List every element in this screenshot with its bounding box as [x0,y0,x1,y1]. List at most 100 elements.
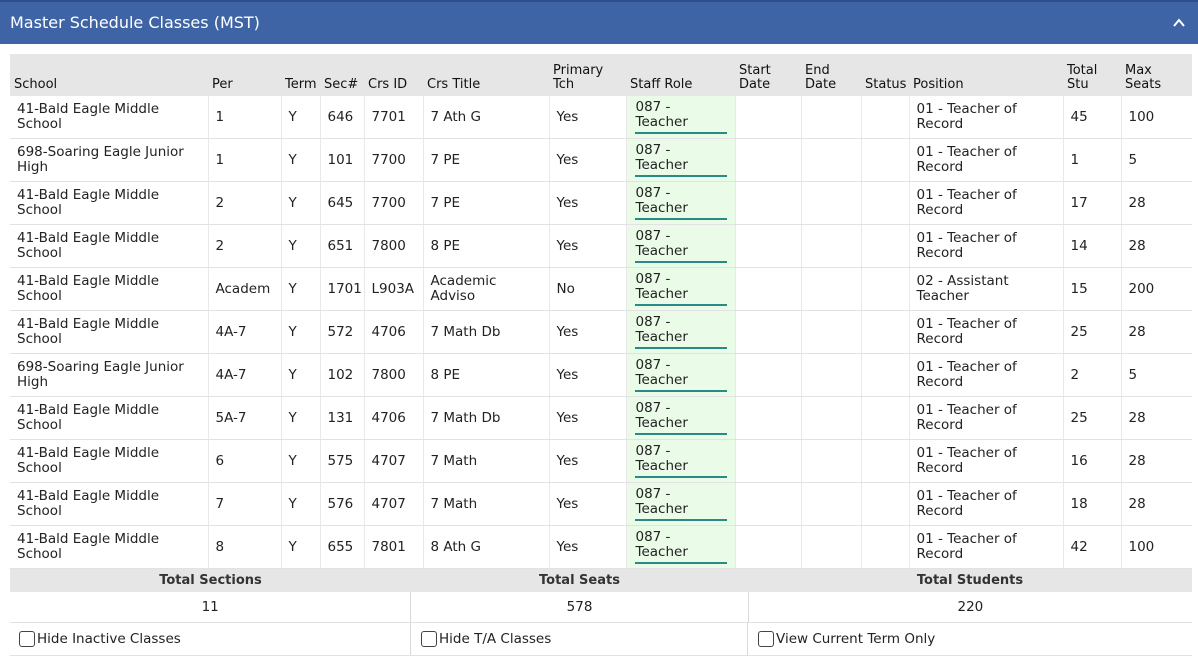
cell-term: Y [280,525,320,569]
cell-staff-role[interactable]: 087 - Teacher [625,96,735,139]
cell-per: 4A-7 [207,353,281,397]
table-row[interactable]: 41-Bald Eagle Middle School 8 Y 655 7801 8 At… [10,525,1192,569]
current-term-checkbox[interactable] [758,631,774,647]
hide-ta-checkbox[interactable] [421,631,437,647]
cell-start-date [734,96,801,139]
hide-inactive-option[interactable]: Hide Inactive Classes [10,623,411,655]
cell-staff-role[interactable]: 087 - Teacher [625,396,735,440]
cell-staff-role[interactable]: 087 - Teacher [625,267,735,311]
cell-crs-title: 7 Math Db [422,310,549,354]
col-header-staff-role[interactable]: Staff Role [626,54,735,96]
cell-primary-tch: Yes [548,224,626,268]
cell-staff-role[interactable]: 087 - Teacher [625,224,735,268]
cell-position: 01 - Teacher of Record [908,525,1063,569]
table-row[interactable]: 698-Soaring Eagle Junior High 1 Y 101 7700 7 … [10,138,1192,182]
cell-total-stu: 18 [1062,482,1121,526]
cell-sec: 646 [319,96,364,139]
cell-position: 01 - Teacher of Record [908,310,1063,354]
cell-end-date [800,482,861,526]
col-header-end-date[interactable]: End Date [801,54,861,96]
cell-staff-role[interactable]: 087 - Teacher [625,439,735,483]
staff-role-select[interactable]: 087 - Teacher [634,100,727,134]
cell-term: Y [280,224,320,268]
col-header-status[interactable]: Status [861,54,909,96]
cell-term: Y [280,181,320,225]
cell-school: 698-Soaring Eagle Junior High [10,138,208,182]
cell-school: 41-Bald Eagle Middle School [10,96,208,139]
staff-role-select[interactable]: 087 - Teacher [634,229,727,263]
col-header-start-date[interactable]: Start Date [735,54,801,96]
current-term-option[interactable]: View Current Term Only [748,623,1192,655]
col-header-total-stu[interactable]: Total Stu [1063,54,1121,96]
col-header-per[interactable]: Per [208,54,281,96]
cell-total-stu: 1 [1062,138,1121,182]
cell-primary-tch: Yes [548,353,626,397]
staff-role-select[interactable]: 087 - Teacher [634,487,727,521]
panel-header[interactable]: Master Schedule Classes (MST) [0,0,1198,44]
col-header-school[interactable]: School [10,54,208,96]
cell-end-date [800,525,861,569]
staff-role-select[interactable]: 087 - Teacher [634,530,727,564]
section-link[interactable]: 101 [319,138,364,182]
col-header-max-seats[interactable]: Max Seats [1121,54,1192,96]
cell-position: 01 - Teacher of Record [908,224,1063,268]
staff-role-select[interactable]: 087 - Teacher [634,315,727,349]
staff-role-select[interactable]: 087 - Teacher [634,444,727,478]
total-students-value: 220 [957,599,984,615]
cell-end-date [800,224,861,268]
staff-role-select[interactable]: 087 - Teacher [634,401,727,435]
cell-sec: 131 [319,396,364,440]
cell-crs-title: 8 PE [422,353,549,397]
col-header-position[interactable]: Position [909,54,1063,96]
cell-position: 01 - Teacher of Record [908,482,1063,526]
cell-staff-role[interactable]: 087 - Teacher [625,181,735,225]
total-seats-value: 578 [411,592,749,622]
cell-status [860,224,909,268]
table-row[interactable]: 698-Soaring Eagle Junior High 4A-7 Y 102 780… [10,353,1192,397]
cell-end-date [800,181,861,225]
cell-crs-id: 7800 [363,224,423,268]
cell-end-date [800,96,861,139]
cell-staff-role[interactable]: 087 - Teacher [625,310,735,354]
cell-staff-role[interactable]: 087 - Teacher [625,482,735,526]
cell-school: 41-Bald Eagle Middle School [10,396,208,440]
cell-staff-role[interactable]: 087 - Teacher [625,353,735,397]
cell-max-seats: 28 [1120,396,1192,440]
filter-options: Hide Inactive Classes Hide T/A Classes V… [10,623,1192,656]
hide-inactive-checkbox[interactable] [19,631,35,647]
total-seats-label: Total Seats [539,573,620,588]
cell-start-date [734,310,801,354]
cell-crs-id: 7700 [363,138,423,182]
table-row[interactable]: 41-Bald Eagle Middle School 1 Y 646 7701 7 At… [10,96,1192,139]
chevron-up-icon[interactable] [1172,16,1186,30]
col-header-primary-tch[interactable]: Primary Tch [549,54,626,96]
col-header-crs-title[interactable]: Crs Title [423,54,549,96]
table-row[interactable]: 41-Bald Eagle Middle School 4A-7 Y 572 4706 7… [10,310,1192,354]
table-row[interactable]: 41-Bald Eagle Middle School 2 Y 651 7800 8 PE… [10,224,1192,268]
table-row[interactable]: 41-Bald Eagle Middle School Academ Y 1701 L9… [10,267,1192,311]
cell-crs-id: L903A [363,267,423,311]
cell-term: Y [280,138,320,182]
cell-term: Y [280,353,320,397]
cell-crs-id: 4707 [363,482,423,526]
cell-staff-role[interactable]: 087 - Teacher [625,138,735,182]
col-header-term[interactable]: Term [281,54,320,96]
staff-role-select[interactable]: 087 - Teacher [634,272,727,306]
section-link[interactable]: 102 [319,353,364,397]
col-header-sec[interactable]: Sec# [320,54,364,96]
staff-role-select[interactable]: 087 - Teacher [634,143,727,177]
staff-role-select[interactable]: 087 - Teacher [634,358,727,392]
cell-total-stu: 45 [1062,96,1121,139]
staff-role-select[interactable]: 087 - Teacher [634,186,727,220]
hide-ta-option[interactable]: Hide T/A Classes [411,623,748,655]
table-row[interactable]: 41-Bald Eagle Middle School 5A-7 Y 131 4706 7… [10,396,1192,440]
cell-staff-role[interactable]: 087 - Teacher [625,525,735,569]
cell-status [860,525,909,569]
table-row[interactable]: 41-Bald Eagle Middle School 2 Y 645 7700 7 PE… [10,181,1192,225]
total-sections-value: 11 [10,592,412,622]
table-row[interactable]: 41-Bald Eagle Middle School 7 Y 576 4707 7 Ma… [10,482,1192,526]
col-header-crs-id[interactable]: Crs ID [364,54,423,96]
mst-table: School Per Term Sec# Crs ID Crs Title Pr… [10,54,1192,569]
table-row[interactable]: 41-Bald Eagle Middle School 6 Y 575 4707 7 Ma… [10,439,1192,483]
cell-crs-title: 7 Math [422,439,549,483]
